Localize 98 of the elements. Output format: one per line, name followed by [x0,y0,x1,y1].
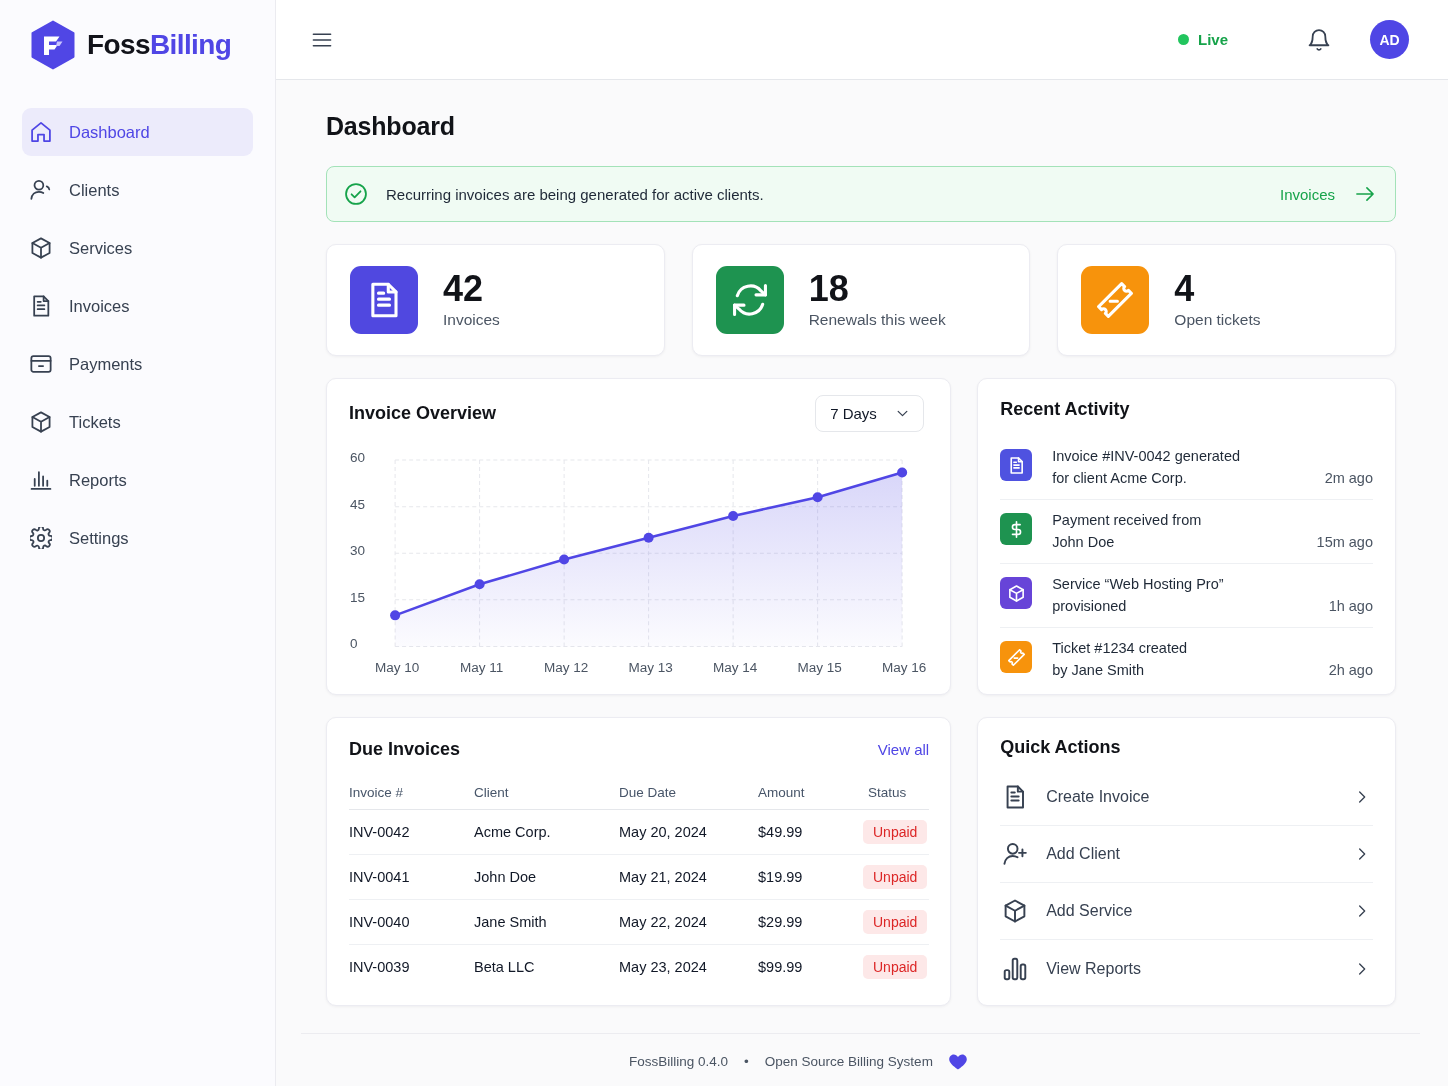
quick-action-item[interactable]: Add Client [1000,826,1373,883]
axis-label: May 15 [797,660,842,676]
stat-value: 4 [1174,269,1196,309]
sidebar-item[interactable]: Settings [22,514,253,562]
axis-label: 15 [350,589,366,605]
document-icon [30,295,52,317]
data-point [812,492,823,503]
activity-time: 1h ago [1328,597,1373,616]
card-title: Recent Activity [1000,399,1130,419]
axis-label: May 13 [628,660,673,676]
stat-value: 18 [808,269,850,309]
sidebar-item[interactable]: Reports [22,456,253,504]
sidebar-item[interactable]: Dashboard [22,108,253,156]
settings-icon [30,527,52,549]
axis-label: May 10 [374,660,420,676]
alert-message: Recurring invoices are being generated for active clients. [386,185,765,203]
view-all-link[interactable]: View all [877,740,930,758]
activity-time: 2h ago [1328,661,1373,680]
bar-chart-icon [1003,956,1028,981]
status-badge: Unpaid [863,954,928,979]
activity-text: Service “Web Hosting Pro” provisioned [1052,575,1225,616]
sidebar-item[interactable]: Clients [22,166,253,214]
page-title: Dashboard [326,111,456,141]
status-label: Live [1198,31,1228,48]
table-cell: INV-0039 [349,944,474,989]
range-dropdown[interactable]: 7 Days [815,395,925,432]
axis-label: 30 [350,543,366,559]
stat-label: Open tickets [1174,310,1261,330]
heart-icon [948,1054,967,1070]
footer-text: Open Source Billing System [764,1054,933,1070]
column-header: Due Date [619,777,758,809]
check-circle-icon [345,183,367,205]
user-plus-icon [1003,842,1028,866]
separator: • [744,1054,749,1070]
axis-label: 45 [350,496,366,512]
table-cell: May 21, 2024 [619,854,758,899]
table-cell: INV-0042 [349,809,474,854]
activity-text: Invoice #INV-0042 generated for client Acme Corp. [1052,447,1241,488]
bar-chart-icon [30,469,52,491]
footer-text: FossBilling 0.4.0 [629,1054,729,1070]
table-cell: May 22, 2024 [619,899,758,944]
axis-label: May 16 [881,660,927,676]
sidebar-item[interactable]: Services [22,224,253,272]
data-point [728,510,739,521]
card-title: Invoice Overview [349,403,497,424]
arrow-right-icon [1355,184,1375,204]
column-header: Client [474,777,619,809]
sidebar-item[interactable]: Payments [22,340,253,388]
data-point [390,610,401,621]
data-point [559,554,570,565]
table-cell: May 23, 2024 [619,944,758,989]
status-badge: Unpaid [863,864,928,889]
activity-time: 2m ago [1324,469,1373,488]
table-cell: May 20, 2024 [619,809,758,854]
axis-label: May 11 [459,660,504,676]
table-cell: INV-0040 [349,899,474,944]
activity-text: Payment received from John Doe [1052,511,1203,552]
quick-action-item[interactable]: Add Service [1000,883,1373,940]
column-header: Invoice # [349,777,474,809]
table-cell: Acme Corp. [474,809,619,854]
cube-icon [30,237,52,259]
user-icon [30,179,52,201]
sidebar-item[interactable]: Invoices [22,282,253,330]
card-title: Quick Actions [1000,737,1121,757]
cube-icon [1003,899,1028,923]
axis-label: May 12 [543,660,589,676]
axis-label: 0 [350,636,358,652]
data-point [897,467,908,478]
axis-label: May 14 [712,660,758,676]
activity-time: 15m ago [1316,533,1373,552]
quick-action-item[interactable]: Create Invoice [1000,769,1373,826]
activity-text: Ticket #1234 created by Jane Smith [1052,639,1189,680]
sidebar-item[interactable]: Tickets [22,398,253,446]
status-badge: Unpaid [863,819,928,844]
stat-value: 42 [443,269,485,309]
quick-action-item[interactable]: View Reports [1000,940,1373,997]
table-cell: John Doe [474,854,619,899]
status-dot-icon [1178,34,1189,45]
stat-label: Invoices [443,310,500,330]
data-point [643,532,654,543]
table-cell: INV-0041 [349,854,474,899]
card-title: Due Invoices [349,738,461,760]
cube-icon [30,411,52,433]
logo-icon [30,20,76,70]
table-cell: Beta LLC [474,944,619,989]
stat-label: Renewals this week [808,310,946,330]
bell-icon[interactable] [1308,28,1330,51]
home-icon [30,121,52,143]
avatar[interactable]: AD [1370,20,1409,59]
status-badge: Unpaid [863,909,928,934]
data-point [474,579,485,590]
card-icon [30,353,52,375]
logo-text: FossBilling [87,29,232,61]
axis-label: 60 [350,450,366,466]
table-cell: $99.99 [758,944,863,989]
table-cell: Jane Smith [474,899,619,944]
column-header: Status [863,777,930,809]
column-header: Amount [758,777,863,809]
